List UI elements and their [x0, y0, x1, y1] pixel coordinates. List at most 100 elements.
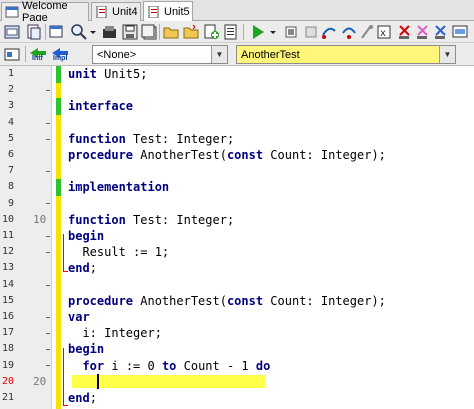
line-number: 11 [1, 230, 14, 241]
code-line-15: procedure AnotherTest(const Count: Integ… [68, 293, 386, 308]
gutter-dash [46, 139, 50, 140]
new-project-icon[interactable] [182, 23, 200, 41]
svg-text:x: x [380, 28, 386, 39]
gutter-dash [46, 203, 50, 204]
class-select-value: <None> [97, 48, 137, 61]
line-number: 17 [1, 327, 14, 339]
unit-file-icon [95, 5, 109, 19]
open-project-icon[interactable] [162, 23, 180, 41]
code-line-21: end; [68, 391, 97, 405]
modified-change-marker [56, 196, 61, 409]
line-number: 10 [1, 213, 14, 225]
reset-program-icon[interactable] [302, 23, 320, 41]
tab-welcome-page[interactable]: Welcome Page [1, 0, 89, 24]
view-forms-icon[interactable] [48, 23, 66, 41]
code-line-11: begin [68, 229, 105, 243]
line-number: 7 [7, 165, 14, 177]
impl-label: Impl [53, 55, 68, 62]
line-number: 19 [1, 359, 14, 371]
line-number: 12 [1, 246, 14, 258]
code-line-5: function Test: Integer; [68, 131, 235, 146]
chevron-down-icon[interactable] [88, 23, 98, 41]
save-icon[interactable] [121, 23, 139, 41]
toggle-form-unit-icon[interactable] [3, 23, 21, 41]
line-number: 16 [1, 311, 14, 322]
method-select[interactable]: AnotherTest ▼ [236, 45, 456, 64]
saved-change-marker [56, 98, 61, 115]
tab-label: Unit4 [112, 6, 138, 18]
gutter-dash [46, 365, 50, 366]
line-number-current: 20 [1, 375, 14, 387]
gutter-marker-20: 20 [33, 375, 47, 388]
gutter-dash [46, 333, 50, 334]
trace-into-icon[interactable] [320, 23, 338, 41]
gutter-dash [46, 90, 50, 91]
tab-unit5[interactable]: Unit5 [143, 1, 193, 22]
navigation-toolbar: Intf Impl <None> ▼ AnotherTest ▼ [0, 43, 474, 66]
add-file-icon[interactable] [202, 23, 220, 41]
code-line-13: end; [68, 261, 97, 276]
tab-label: Unit5 [164, 6, 190, 18]
main-toolbar: x [0, 21, 474, 43]
current-line-highlight [72, 375, 265, 388]
interface-nav-button[interactable]: Intf [29, 45, 47, 64]
code-line-18: begin [68, 342, 105, 357]
code-line-12: Result := 1; [68, 245, 170, 260]
line-number: 5 [7, 132, 14, 144]
project-options-icon[interactable] [222, 23, 240, 41]
open-file-icon[interactable] [100, 23, 118, 41]
code-line-19: for i := 0 to Count - 1 do [82, 358, 271, 373]
gutter-dash [46, 349, 50, 350]
save-all-icon[interactable] [140, 23, 158, 41]
line-number: 1 [7, 68, 14, 79]
breakpoint-pink-icon[interactable] [413, 23, 431, 41]
line-number: 13 [1, 262, 14, 274]
welcome-page-icon [5, 6, 19, 18]
gutter-marker-10: 10 [33, 213, 47, 226]
step-over-icon[interactable] [340, 23, 358, 41]
line-number: 15 [1, 294, 14, 306]
eval-modify-icon[interactable]: x [375, 23, 393, 41]
class-select[interactable]: <None> ▼ [92, 45, 228, 64]
gutter-dash [46, 236, 50, 237]
run-icon[interactable] [249, 23, 267, 41]
chevron-down-icon[interactable]: ▼ [439, 46, 455, 63]
toggle-editor-icon[interactable] [3, 45, 21, 63]
code-line-16: var [68, 310, 90, 324]
tab-unit4[interactable]: Unit4 [91, 2, 141, 21]
search-icon[interactable] [70, 23, 88, 41]
modified-change-marker [56, 83, 61, 98]
implementation-nav-button[interactable]: Impl [51, 45, 71, 64]
view-units-icon[interactable] [25, 23, 43, 41]
chevron-down-icon[interactable]: ▼ [211, 46, 227, 63]
run-dropdown-chevron-icon[interactable] [268, 23, 278, 41]
saved-change-marker [56, 66, 61, 83]
pause-icon[interactable] [282, 23, 300, 41]
code-line-8: implementation [68, 180, 170, 195]
code-line-3: interface [68, 99, 134, 114]
gutter-dash [46, 171, 50, 172]
line-number: 4 [7, 116, 14, 128]
gutter-dash [46, 317, 50, 318]
line-number: 8 [7, 181, 14, 193]
breakpoint-blue-icon[interactable] [431, 23, 449, 41]
code-line-1: unit Unit5; [68, 67, 148, 81]
toggle-highlight-icon[interactable] [451, 23, 469, 41]
gutter-dash [46, 252, 50, 253]
run-to-cursor-icon[interactable] [358, 23, 376, 41]
line-number: 14 [1, 278, 14, 290]
saved-change-marker [56, 179, 61, 196]
unit-file-icon [147, 5, 161, 19]
code-line-6: procedure AnotherTest(const Count: Integ… [68, 148, 386, 162]
method-select-value: AnotherTest [241, 48, 300, 61]
line-number: 6 [7, 149, 14, 160]
line-number: 21 [1, 392, 14, 403]
line-number: 18 [1, 343, 14, 355]
code-line-17: i: Integer; [68, 326, 162, 341]
code-line-10: function Test: Integer; [68, 212, 235, 227]
code-editor[interactable]: 1 2 3 4 5 6 7 8 9 10 11 12 13 14 15 16 1… [0, 66, 474, 409]
line-number: 9 [7, 197, 14, 209]
text-caret [97, 374, 99, 389]
breakpoint-red-icon[interactable] [395, 23, 413, 41]
gutter-dash [46, 285, 50, 286]
